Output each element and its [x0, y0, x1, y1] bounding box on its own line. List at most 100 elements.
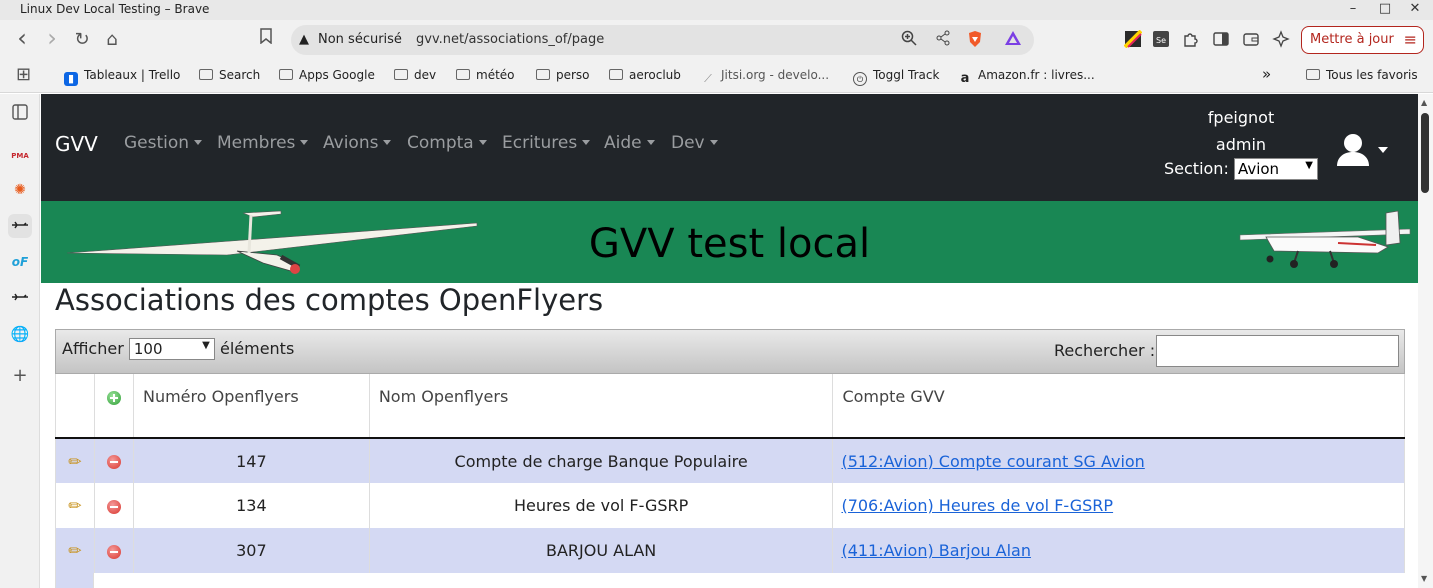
table-row-partial	[55, 573, 1405, 588]
bookmark-search[interactable]: Search	[199, 68, 260, 82]
folder-icon	[1306, 69, 1320, 80]
menu-compta[interactable]: Compta	[407, 133, 487, 153]
menu-icon[interactable]: ≡	[1404, 30, 1417, 49]
compte-link[interactable]: (706:Avion) Heures de vol F-GSRP	[841, 496, 1113, 515]
brand-link[interactable]: GVV	[55, 132, 98, 156]
bookmark-label: Apps Google	[299, 68, 375, 82]
home-icon[interactable]: ⌂	[100, 28, 124, 52]
wallet-icon[interactable]	[1241, 30, 1261, 50]
browser-toolbar: ‹ › ↻ ⌂ ▲ Non sécurisé gvv.net/associati…	[0, 20, 1433, 60]
burst-icon[interactable]: ✺	[8, 178, 32, 202]
menu-label: Compta	[407, 133, 474, 153]
bookmarks-overflow-icon[interactable]: »	[1262, 65, 1271, 83]
extension-icon-1[interactable]	[1123, 29, 1143, 50]
section-select[interactable]: Avion ▼	[1233, 158, 1318, 180]
menu-ecritures[interactable]: Ecritures	[502, 133, 591, 153]
associations-table: Numéro Openflyers Nom Openflyers Compte …	[55, 374, 1405, 573]
zoom-icon[interactable]	[899, 30, 919, 50]
caret-down-icon[interactable]	[1378, 147, 1388, 153]
maximize-icon[interactable]: □	[1376, 1, 1394, 16]
menu-avions[interactable]: Avions	[323, 133, 392, 153]
globe-icon[interactable]: 🌐	[8, 322, 32, 346]
bookmark-jitsi[interactable]: ⟋ Jitsi.org - develo...	[701, 68, 829, 86]
table-row: ✏ 147 Compte de charge Banque Populaire …	[55, 438, 1405, 483]
sidebar-toggle-icon[interactable]	[1211, 30, 1231, 50]
delete-icon[interactable]	[106, 455, 121, 469]
bookmark-meteo[interactable]: météo	[456, 68, 515, 82]
close-icon[interactable]: ✕	[1406, 1, 1424, 16]
jitsi-icon: ⟋	[704, 72, 712, 85]
add-panel-icon[interactable]: +	[8, 364, 32, 388]
extensions-puzzle-icon[interactable]	[1181, 30, 1201, 50]
bookmark-all-favorites[interactable]: Tous les favoris	[1306, 68, 1418, 82]
app-navbar: GVV Gestion Membres Avions Compta Ecritu…	[41, 94, 1418, 201]
warning-icon[interactable]: ▲	[299, 32, 309, 47]
update-button[interactable]: Mettre à jour ≡	[1301, 26, 1424, 54]
bookmark-dev[interactable]: dev	[394, 68, 436, 82]
bookmark-trello[interactable]: ▮ Tableaux | Trello	[64, 68, 180, 86]
openflyers-icon[interactable]: oF	[8, 250, 32, 274]
plane-site-icon[interactable]	[8, 214, 32, 238]
brave-shield-icon[interactable]	[965, 30, 985, 50]
sidebar-panel-icon[interactable]	[8, 103, 32, 127]
brave-rewards-icon[interactable]	[1003, 30, 1023, 50]
scroll-up-icon[interactable]: ▲	[1421, 98, 1427, 107]
search-input[interactable]	[1156, 335, 1399, 367]
security-status[interactable]: Non sécurisé	[318, 32, 402, 47]
pma-icon[interactable]: PMA	[8, 144, 32, 168]
update-label: Mettre à jour	[1310, 32, 1394, 47]
pencil-icon[interactable]: ✏	[68, 541, 81, 560]
pencil-icon[interactable]: ✏	[68, 496, 81, 515]
delete-icon[interactable]	[106, 544, 121, 559]
bookmark-apps-google[interactable]: Apps Google	[279, 68, 375, 82]
window-title-bar: Linux Dev Local Testing – Brave – □ ✕	[0, 0, 1433, 20]
bookmark-amazon[interactable]: a Amazon.fr : livres...	[958, 68, 1095, 86]
page-length-select[interactable]: 100 ▼	[128, 338, 215, 360]
delete-icon[interactable]	[106, 499, 121, 514]
user-avatar-icon[interactable]	[1333, 130, 1373, 170]
menu-gestion[interactable]: Gestion	[124, 133, 203, 153]
scrollbar-thumb[interactable]	[1421, 113, 1429, 193]
compte-link[interactable]: (411:Avion) Barjou Alan	[841, 541, 1031, 560]
trello-icon: ▮	[64, 72, 78, 86]
forward-icon[interactable]: ›	[40, 26, 64, 52]
plane-site-icon-2[interactable]	[8, 286, 32, 310]
toggl-icon: ⏻	[853, 72, 867, 86]
page-scrollbar[interactable]: ▲ ▼	[1418, 94, 1433, 588]
bookmark-label: Tableaux | Trello	[84, 68, 181, 82]
numero-cell: 134	[133, 483, 370, 528]
column-header-nom[interactable]: Nom Openflyers	[369, 374, 834, 439]
length-prefix: Afficher	[62, 339, 124, 358]
extension-icon-2[interactable]: Se	[1151, 30, 1171, 50]
site-banner: GVV test local	[41, 201, 1418, 283]
column-header-edit	[55, 374, 95, 439]
menu-aide[interactable]: Aide	[604, 133, 655, 153]
search-label: Rechercher :	[1054, 341, 1156, 360]
minimize-icon[interactable]: –	[1344, 1, 1362, 16]
bookmark-toggl[interactable]: ⏻ Toggl Track	[853, 68, 939, 86]
menu-membres[interactable]: Membres	[217, 133, 309, 153]
apps-grid-icon[interactable]: ⊞	[16, 64, 31, 85]
page-content: GVV Gestion Membres Avions Compta Ecritu…	[41, 94, 1418, 588]
compte-link[interactable]: (512:Avion) Compte courant SG Avion	[841, 452, 1144, 471]
nom-cell: Heures de vol F-GSRP	[369, 483, 834, 528]
leo-ai-icon[interactable]	[1271, 30, 1291, 50]
back-icon[interactable]: ‹	[10, 26, 34, 52]
svg-text:Se: Se	[1156, 36, 1166, 45]
bookmark-page-icon[interactable]	[254, 28, 278, 52]
add-icon[interactable]	[106, 390, 121, 405]
nom-cell: Compte de charge Banque Populaire	[369, 438, 834, 483]
share-icon[interactable]	[933, 30, 953, 50]
reload-icon[interactable]: ↻	[70, 28, 94, 52]
bookmark-aeroclub[interactable]: aeroclub	[609, 68, 681, 82]
compte-cell: (411:Avion) Barjou Alan	[832, 528, 1405, 573]
url-text[interactable]: gvv.net/associations_of/page	[416, 32, 604, 47]
pencil-icon[interactable]: ✏	[68, 452, 81, 471]
scroll-down-icon[interactable]: ▼	[1421, 574, 1427, 583]
menu-dev[interactable]: Dev	[671, 133, 718, 153]
section-label: Section:	[1164, 159, 1229, 178]
column-header-numero[interactable]: Numéro Openflyers	[133, 374, 370, 439]
bookmark-perso[interactable]: perso	[536, 68, 590, 82]
address-bar[interactable]: ▲ Non sécurisé gvv.net/associations_of/p…	[291, 25, 1034, 55]
column-header-compte[interactable]: Compte GVV	[832, 374, 1405, 439]
